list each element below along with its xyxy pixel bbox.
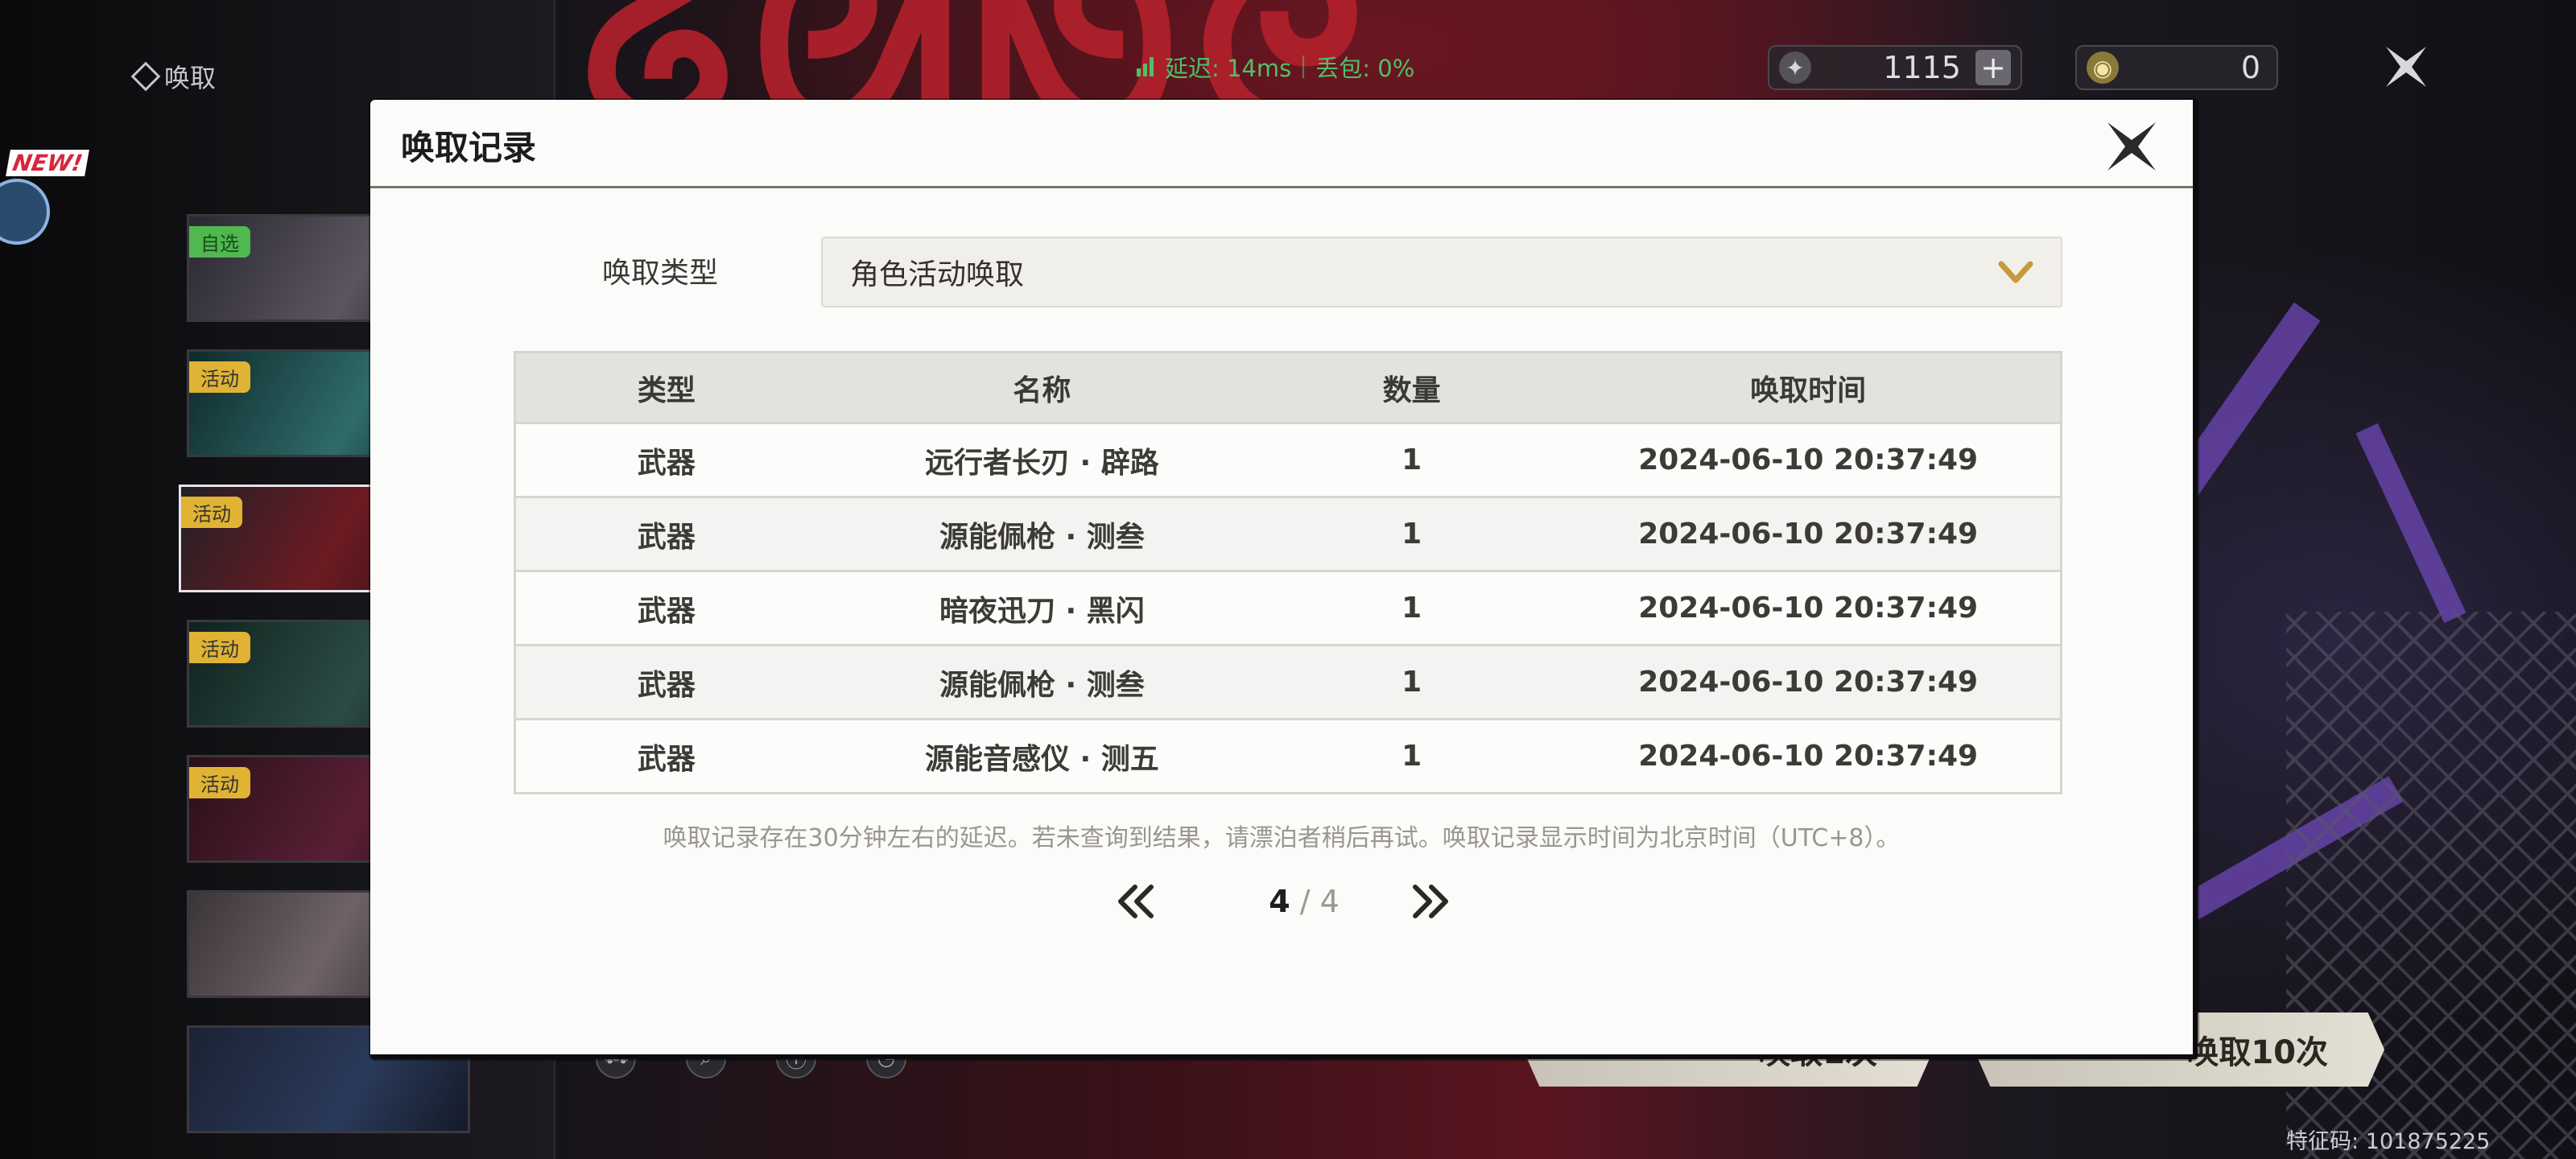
latency-text: 延迟: 14ms bbox=[1165, 55, 1292, 82]
banner-tag: 自选 bbox=[189, 226, 250, 258]
dialog-title: 唤取记录 bbox=[401, 128, 537, 167]
cell-time: 2024-06-10 20:37:49 bbox=[1556, 496, 2062, 571]
currency-value: 0 bbox=[2240, 50, 2260, 85]
banner-tag: 活动 bbox=[189, 767, 250, 798]
cell-type: 武器 bbox=[514, 570, 817, 645]
cell-quantity: 1 bbox=[1266, 718, 1557, 794]
add-currency-button[interactable]: + bbox=[1975, 50, 2011, 85]
table-row: 武器 远行者长刃 · 辟路 1 2024-06-10 20:37:49 bbox=[514, 422, 2062, 497]
screen-title: 唤取 bbox=[130, 58, 217, 95]
packet-loss-text: 丢包: 0% bbox=[1315, 55, 1415, 82]
chevrons-right-icon[interactable] bbox=[1407, 882, 1455, 921]
close-icon[interactable] bbox=[2101, 116, 2162, 177]
cell-time: 2024-06-10 20:37:49 bbox=[1556, 718, 2062, 794]
page-total: / 4 bbox=[1290, 884, 1340, 919]
banner-tag: 活动 bbox=[189, 632, 250, 663]
cell-type: 武器 bbox=[514, 422, 817, 497]
tide-coin-icon: ◉ bbox=[2087, 52, 2119, 84]
cell-quantity: 1 bbox=[1266, 496, 1557, 571]
currency-astrite: ✦ 1115 + bbox=[1768, 45, 2022, 90]
pull-records-table: 类型 名称 数量 唤取时间 武器 远行者长刃 · 辟路 1 2024-06-10… bbox=[514, 351, 2062, 794]
chevron-down-icon bbox=[1998, 261, 2033, 283]
delay-notice: 唤取记录存在30分钟左右的延迟。若未查询到结果，请漂泊者稍后再试。唤取记录显示时… bbox=[663, 824, 1901, 852]
pull-type-selected: 角色活动唤取 bbox=[850, 258, 1025, 291]
cell-quantity: 1 bbox=[1266, 422, 1557, 497]
astrite-icon: ✦ bbox=[1779, 52, 1811, 84]
column-header-type: 类型 bbox=[514, 352, 817, 423]
currency-value: 1115 bbox=[1883, 50, 1961, 85]
cell-quantity: 1 bbox=[1266, 644, 1557, 720]
cell-type: 武器 bbox=[514, 496, 817, 571]
pull-type-dropdown[interactable]: 角色活动唤取 bbox=[821, 237, 2062, 307]
background-shard bbox=[2355, 423, 2467, 624]
cell-name: 远行者长刃 · 辟路 bbox=[816, 422, 1267, 497]
chevrons-left-icon[interactable] bbox=[1111, 882, 1159, 921]
cell-name: 暗夜迅刀 · 黑闪 bbox=[816, 570, 1267, 645]
screen-title-text: 唤取 bbox=[164, 63, 217, 93]
feature-code: 特征码: 101875225 bbox=[2286, 1129, 2491, 1154]
event-avatar-icon bbox=[0, 179, 50, 245]
column-header-time: 唤取时间 bbox=[1556, 352, 2062, 423]
table-row: 武器 源能佩枪 · 测叁 1 2024-06-10 20:37:49 bbox=[514, 644, 2062, 720]
cell-time: 2024-06-10 20:37:49 bbox=[1556, 570, 2062, 645]
cell-time: 2024-06-10 20:37:49 bbox=[1556, 422, 2062, 497]
cell-type: 武器 bbox=[514, 718, 817, 794]
cell-type: 武器 bbox=[514, 644, 817, 720]
close-icon[interactable] bbox=[2380, 40, 2433, 93]
pagination: 4 / 4 bbox=[370, 877, 2193, 934]
cell-quantity: 1 bbox=[1266, 570, 1557, 645]
diamond-icon bbox=[130, 61, 161, 92]
table-row: 武器 源能音感仪 · 测五 1 2024-06-10 20:37:49 bbox=[514, 718, 2062, 794]
divider bbox=[1302, 56, 1305, 78]
cell-name: 源能佩枪 · 测叁 bbox=[816, 644, 1267, 720]
cell-time: 2024-06-10 20:37:49 bbox=[1556, 644, 2062, 720]
pull-type-label: 唤取类型 bbox=[602, 257, 719, 290]
table-row: 武器 暗夜迅刀 · 黑闪 1 2024-06-10 20:37:49 bbox=[514, 570, 2062, 645]
page-indicator: 4 / 4 bbox=[1240, 884, 1368, 919]
table-header-row: 类型 名称 数量 唤取时间 bbox=[514, 352, 2062, 423]
column-header-name: 名称 bbox=[816, 352, 1267, 423]
cell-name: 源能音感仪 · 测五 bbox=[816, 718, 1267, 794]
pull-history-dialog: 唤取记录 唤取类型 角色活动唤取 类型 名称 数量 唤取时间 武器 远行者长刃 … bbox=[370, 100, 2198, 1059]
page-current: 4 bbox=[1269, 884, 1290, 919]
banner-tag: 活动 bbox=[189, 361, 250, 393]
network-status: 延迟: 14ms 丢包: 0% bbox=[1137, 50, 1414, 84]
new-tag: NEW! bbox=[6, 150, 90, 176]
table-row: 武器 源能佩枪 · 测叁 1 2024-06-10 20:37:49 bbox=[514, 496, 2062, 571]
new-event-badge[interactable]: NEW! bbox=[0, 150, 90, 245]
currency-tide: ◉ 0 bbox=[2075, 45, 2278, 90]
cell-name: 源能佩枪 · 测叁 bbox=[816, 496, 1267, 571]
dialog-header: 唤取记录 bbox=[370, 100, 2193, 188]
banner-tag: 活动 bbox=[181, 497, 242, 528]
column-header-quantity: 数量 bbox=[1266, 352, 1557, 423]
signal-icon bbox=[1137, 57, 1154, 76]
